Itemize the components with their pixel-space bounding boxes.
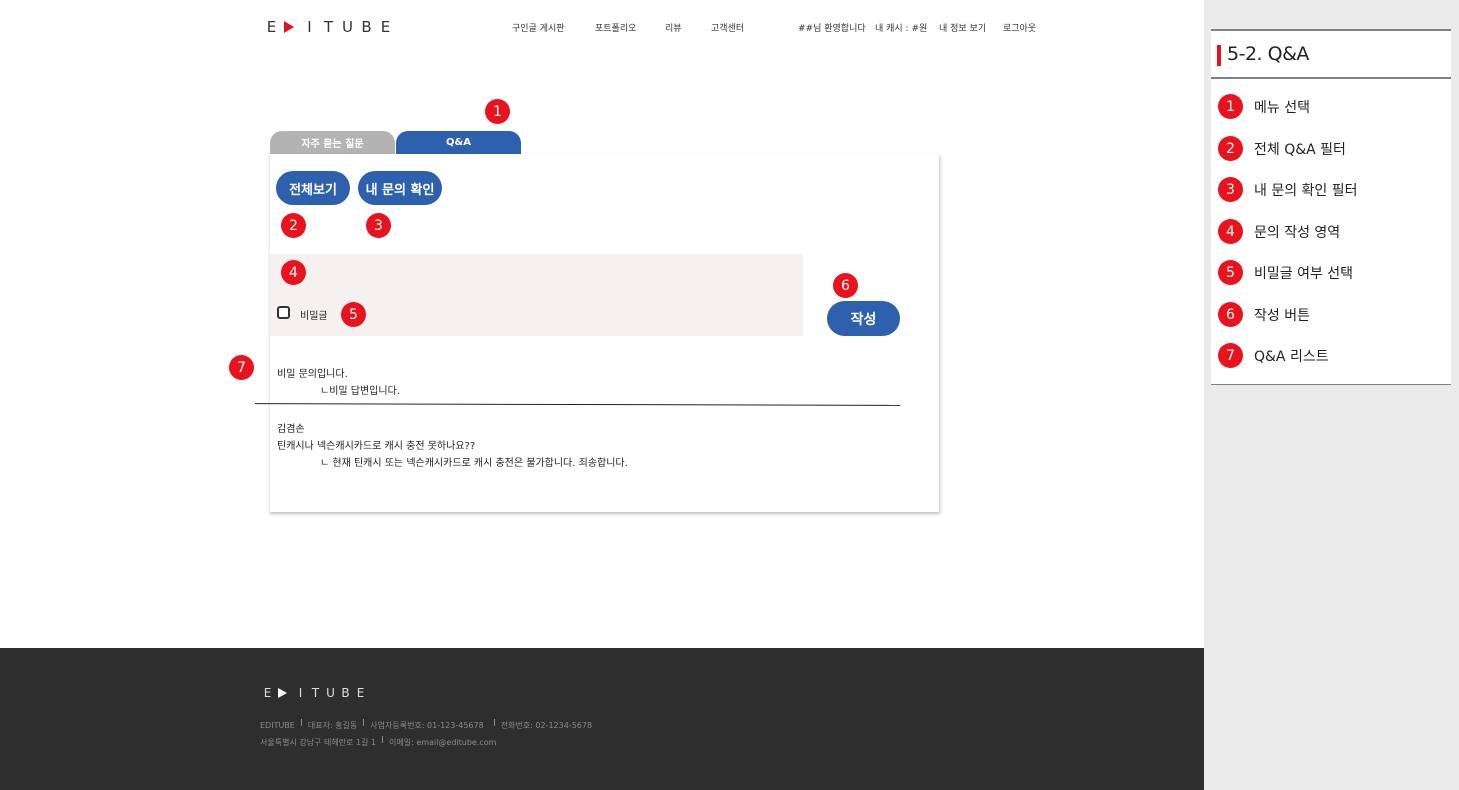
logo-letter: E — [266, 18, 277, 36]
footer-separator — [300, 719, 302, 726]
marker-7: 7 — [229, 355, 254, 380]
legend-item: 3 내 문의 확인 필터 — [1218, 177, 1358, 202]
footer-address-info: 서울특별시 강남구 테헤란로 1길 1 이메일: email@editube.co… — [260, 736, 497, 748]
tab-qa[interactable]: Q&A — [396, 131, 521, 154]
footer-phone: 전화번호: 02-1234-5678 — [500, 721, 593, 730]
logo-letter: E — [263, 686, 272, 700]
secret-label: 비밀글 — [300, 311, 328, 322]
legend-label: 메뉴 선택 — [1254, 99, 1310, 116]
logo-letter: B — [361, 18, 372, 36]
legend-item: 5 비밀글 여부 선택 — [1218, 260, 1353, 285]
title-divider — [1211, 77, 1451, 79]
footer: E I T U B E EDITUBE 대표자: 홍길동 사업자등록번호: 01-1… — [0, 648, 1204, 790]
play-triangle-icon — [278, 688, 287, 698]
write-submit-button[interactable]: 작성 — [827, 301, 900, 336]
logo-letter: I — [307, 18, 312, 36]
logo-letter: T — [323, 18, 334, 36]
qa-item-question[interactable]: 틴캐시나 넥슨캐시카드로 캐시 충전 못하나요?? — [277, 437, 475, 452]
footer-ceo: 대표자: 홍길동 — [307, 721, 358, 730]
nav-my-cash[interactable]: 내 캐시 : #원 — [875, 21, 927, 34]
panel-title: 5-2. Q&A — [1227, 43, 1309, 65]
footer-company: EDITUBE — [260, 721, 295, 730]
legend-marker: 7 — [1218, 343, 1243, 368]
legend-item: 4 문의 작성 영역 — [1218, 219, 1340, 244]
main-canvas: E I T U B E 구인글 게시판 포트폴리오 리뷰 고객센터 ##님 환영… — [0, 0, 1204, 790]
legend-label: 내 문의 확인 필터 — [1254, 182, 1358, 199]
legend-marker: 5 — [1218, 260, 1243, 285]
footer-company-info: EDITUBE 대표자: 홍길동 사업자등록번호: 01-123-45678 전화번호… — [260, 719, 593, 731]
marker-4: 4 — [281, 260, 306, 285]
legend-item: 6 작성 버튼 — [1218, 302, 1310, 327]
legend-marker: 6 — [1218, 302, 1243, 327]
footer-logo: E I T U B E — [260, 686, 368, 700]
legend-item: 7 Q&A 리스트 — [1218, 343, 1329, 368]
legend-marker: 4 — [1218, 219, 1243, 244]
legend-item: 1 메뉴 선택 — [1218, 94, 1310, 119]
play-triangle-icon — [284, 21, 294, 33]
legend-marker: 1 — [1218, 94, 1243, 119]
welcome-text: ##님 환영합니다 — [798, 24, 866, 34]
logo-letter: T — [311, 686, 320, 700]
qa-item-question[interactable]: 비밀 문의입니다. — [277, 365, 348, 380]
nav-job-board[interactable]: 구인글 게시판 — [512, 21, 565, 34]
filter-mine-button[interactable]: 내 문의 확인 — [358, 171, 442, 205]
marker-1: 1 — [485, 99, 510, 124]
legend-marker: 2 — [1218, 136, 1243, 161]
footer-separator — [363, 719, 365, 726]
footer-separator — [493, 719, 495, 726]
logo-letter: E — [380, 18, 391, 36]
nav-my-info[interactable]: 내 정보 보기 — [939, 21, 986, 34]
logo-letter: U — [326, 686, 335, 700]
annotation-panel: 5-2. Q&A 1 메뉴 선택 2 전체 Q&A 필터 3 내 문의 확인 필… — [1204, 0, 1459, 790]
tab-faq[interactable]: 자주 묻는 질문 — [270, 131, 395, 154]
logo-letter: U — [342, 18, 353, 36]
header-logo[interactable]: E I T U B E — [262, 18, 395, 36]
nav-review[interactable]: 리뷰 — [665, 21, 682, 34]
legend-label: 작성 버튼 — [1254, 307, 1310, 324]
marker-6: 6 — [833, 273, 858, 298]
footer-separator — [382, 736, 384, 743]
secret-checkbox[interactable] — [277, 306, 290, 319]
marker-3: 3 — [366, 213, 391, 238]
legend-label: Q&A 리스트 — [1254, 348, 1329, 365]
legend-marker: 3 — [1218, 177, 1243, 202]
legend-label: 비밀글 여부 선택 — [1254, 265, 1354, 282]
filter-all-button[interactable]: 전체보기 — [276, 171, 350, 205]
logo-letter: E — [356, 686, 365, 700]
nav-support[interactable]: 고객센터 — [711, 21, 744, 34]
nav-logout[interactable]: 로그아웃 — [1003, 21, 1036, 34]
logo-letter: B — [341, 686, 350, 700]
legend-label: 문의 작성 영역 — [1254, 224, 1341, 241]
logo-letter: I — [298, 686, 303, 700]
footer-address: 서울특별시 강남구 테헤란로 1길 1 — [260, 738, 377, 747]
marker-2: 2 — [281, 213, 306, 238]
marker-5: 5 — [341, 302, 366, 327]
footer-biz-no: 사업자등록번호: 01-123-45678 — [370, 721, 484, 730]
legend-item: 2 전체 Q&A 필터 — [1218, 136, 1346, 161]
annotation-box: 5-2. Q&A 1 메뉴 선택 2 전체 Q&A 필터 3 내 문의 확인 필… — [1211, 29, 1451, 385]
title-accent-bar — [1217, 45, 1221, 66]
qa-item-author: 김겸손 — [277, 424, 305, 435]
qa-item-answer: ㄴ비밀 답변입니다. — [320, 386, 400, 397]
nav-portfolio[interactable]: 포트폴리오 — [595, 21, 636, 34]
qa-item-answer: ㄴ 현재 틴캐시 또는 넥슨캐시카드로 캐시 충전은 불가합니다. 죄송합니다. — [320, 458, 628, 469]
footer-email: 이메일: email@editube.com — [389, 738, 497, 747]
legend-label: 전체 Q&A 필터 — [1254, 141, 1346, 158]
